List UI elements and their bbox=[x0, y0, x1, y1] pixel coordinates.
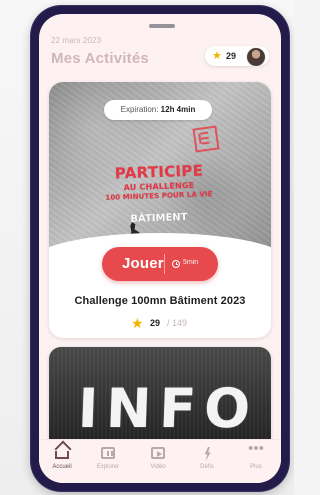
video-icon bbox=[151, 447, 165, 459]
activity-title: Challenge 100mn Bâtiment 2023 bbox=[74, 295, 246, 307]
home-icon bbox=[55, 451, 69, 459]
poster-line-4: BÂTIMENT bbox=[130, 212, 188, 225]
bolt-icon bbox=[200, 447, 214, 459]
more-icon: ••• bbox=[248, 440, 264, 457]
explore-icon bbox=[101, 447, 115, 459]
activity-score-row: ★ 29 / 149 bbox=[131, 315, 201, 332]
nav-item-challenges[interactable]: Défis bbox=[188, 444, 226, 478]
phone-frame: 22 mars 2023 Mes Activités ★ 29 Expirati… bbox=[31, 6, 289, 491]
poster-logo-icon bbox=[192, 125, 220, 153]
featured-activity-card[interactable]: Expiration: 12h 4min PARTICIPE AU CHALLE… bbox=[49, 82, 271, 338]
nav-item-video[interactable]: Vidéo bbox=[139, 444, 177, 478]
avatar[interactable] bbox=[246, 47, 266, 67]
activity-score-current: 29 bbox=[150, 318, 161, 328]
nav-label-video: Vidéo bbox=[150, 464, 166, 470]
activity-duration: 5min bbox=[183, 259, 199, 266]
page-title: Mes Activités bbox=[51, 50, 149, 67]
nav-label-home: Accueil bbox=[52, 464, 72, 470]
nav-item-explore[interactable]: Explorer bbox=[89, 444, 127, 478]
play-button-divider bbox=[164, 254, 165, 274]
nav-label-challenges: Défis bbox=[200, 464, 214, 470]
secondary-card-word: INFO bbox=[76, 377, 260, 440]
nav-item-home[interactable]: Accueil bbox=[43, 444, 81, 478]
expiration-label: Expiration: bbox=[120, 105, 159, 114]
star-icon: ★ bbox=[212, 50, 222, 62]
nav-label-more: Plus bbox=[250, 464, 262, 470]
expiration-badge: Expiration: 12h 4min bbox=[104, 100, 212, 120]
clock-icon bbox=[172, 260, 180, 268]
secondary-activity-card[interactable]: INFO bbox=[49, 347, 271, 452]
current-date: 22 mars 2023 bbox=[51, 36, 102, 45]
activities-header: 22 mars 2023 Mes Activités ★ 29 bbox=[51, 36, 271, 76]
app-screen: 22 mars 2023 Mes Activités ★ 29 Expirati… bbox=[39, 14, 281, 483]
play-button[interactable]: Jouer 5min bbox=[102, 247, 218, 281]
star-icon: ★ bbox=[131, 315, 144, 331]
score-badge[interactable]: ★ 29 bbox=[205, 46, 269, 67]
challenge-poster-image: Expiration: 12h 4min PARTICIPE AU CHALLE… bbox=[49, 82, 271, 291]
nav-item-more[interactable]: ••• Plus bbox=[237, 440, 275, 478]
score-value: 29 bbox=[226, 51, 237, 61]
nav-label-explore: Explorer bbox=[96, 464, 120, 470]
activity-score-total: / 149 bbox=[167, 318, 188, 328]
poster-headline: PARTICIPE AU CHALLENGE 100 MINUTES POUR … bbox=[89, 161, 229, 225]
expiration-value: 12h 4min bbox=[160, 105, 196, 114]
play-button-label: Jouer bbox=[122, 255, 164, 272]
top-notch bbox=[149, 24, 175, 28]
bottom-navigation: Accueil Explorer Vidéo Défis ••• Plus bbox=[39, 439, 281, 483]
screenshot-canvas: 22 mars 2023 Mes Activités ★ 29 Expirati… bbox=[0, 0, 294, 495]
